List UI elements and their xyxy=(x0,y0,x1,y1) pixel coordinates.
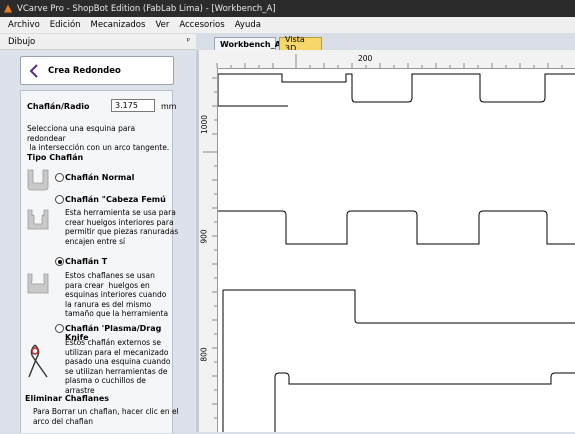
remove-heading: Eliminar Chaflanes xyxy=(25,394,110,403)
option-t-desc: Estos chaflanes se usan para crear huelg… xyxy=(65,271,169,318)
part-outline-2 xyxy=(218,210,575,245)
part-outline-1b xyxy=(218,74,283,106)
option-plasma-desc: Estos chaflán externos se utilizan para … xyxy=(65,338,171,395)
part-outline-4 xyxy=(274,372,575,432)
part-outline-1 xyxy=(218,74,352,106)
radio-normal[interactable] xyxy=(55,173,64,182)
menu-ver[interactable]: Ver xyxy=(150,20,174,30)
option-dogbone-label[interactable]: Chaflán "Cabeza Femú xyxy=(65,195,166,204)
part-outline-3 xyxy=(223,289,575,324)
tab-workbench[interactable]: Workbench_A xyxy=(214,37,281,50)
app-icon xyxy=(4,4,12,13)
drag-knife-icon xyxy=(28,344,48,378)
drawing-shapes xyxy=(217,73,575,432)
instructions-text: Selecciona una esquina para redondear la… xyxy=(27,124,170,152)
option-normal-label[interactable]: Chaflán Normal xyxy=(65,173,134,182)
option-t-label[interactable]: Chaflán T xyxy=(65,257,107,266)
radio-dogbone[interactable] xyxy=(55,195,64,204)
part-outline-1 xyxy=(217,73,575,106)
tab-3d-view[interactable]: Vista 3D xyxy=(279,35,322,53)
normal-fillet-icon xyxy=(27,169,49,191)
document-tabs: Workbench_A Vista 3D xyxy=(196,34,575,53)
menu-archivo[interactable]: Archivo xyxy=(0,20,45,30)
menu-edicion[interactable]: Edición xyxy=(45,20,86,30)
title-bar: VCarve Pro - ShopBot Edition (FabLab Lim… xyxy=(0,0,575,17)
window-title: VCarve Pro - ShopBot Edition (FabLab Lim… xyxy=(17,3,276,14)
ruler-left-label-800: 800 xyxy=(199,347,209,362)
tool-form: Chaflán/Radio mm Selecciona una esquina … xyxy=(20,90,179,433)
ruler-horizontal: 200 xyxy=(199,50,575,69)
t-fillet-icon xyxy=(27,273,49,294)
ruler-left-label-1000: 1000 xyxy=(200,114,210,135)
pin-icon[interactable]: ᵖ xyxy=(187,36,190,45)
menu-mecanizados[interactable]: Mecanizados xyxy=(86,20,151,30)
panel-title: Dibujo xyxy=(8,36,36,47)
remove-desc: Para Borrar un chaflan, hacer clic en el… xyxy=(33,407,179,426)
radio-plasma[interactable] xyxy=(55,324,64,333)
ruler-top-label: 200 xyxy=(358,54,373,63)
menu-ayuda[interactable]: Ayuda xyxy=(230,20,266,30)
ruler-top-ticks xyxy=(216,54,563,68)
type-heading: Tipo Chaflán xyxy=(27,153,84,162)
panel-header: Dibujo ᵖ xyxy=(0,34,196,50)
dogbone-fillet-icon xyxy=(27,209,49,230)
part-outline-4b xyxy=(557,360,575,373)
radio-t[interactable] xyxy=(55,257,64,266)
ruler-vertical: 1000 900 800 xyxy=(199,68,218,432)
tool-header: Crea Redondeo xyxy=(20,56,174,85)
back-arrow-icon[interactable] xyxy=(28,63,40,78)
radius-label: Chaflán/Radio xyxy=(27,102,90,111)
menu-bar: Archivo Edición Mecanizados Ver Accesori… xyxy=(0,17,575,33)
radius-input[interactable] xyxy=(111,99,155,112)
drawing-canvas[interactable] xyxy=(199,50,575,432)
option-dogbone-desc: Esta herramienta se usa para crear huelg… xyxy=(65,208,179,246)
ruler-left-label-900: 900 xyxy=(199,229,209,244)
part-outline-1c xyxy=(217,74,288,107)
radius-unit: mm xyxy=(161,102,177,111)
part-outline-1 xyxy=(218,74,352,109)
menu-accesorios[interactable]: Accesorios xyxy=(174,20,229,30)
tool-title: Crea Redondeo xyxy=(48,65,121,76)
